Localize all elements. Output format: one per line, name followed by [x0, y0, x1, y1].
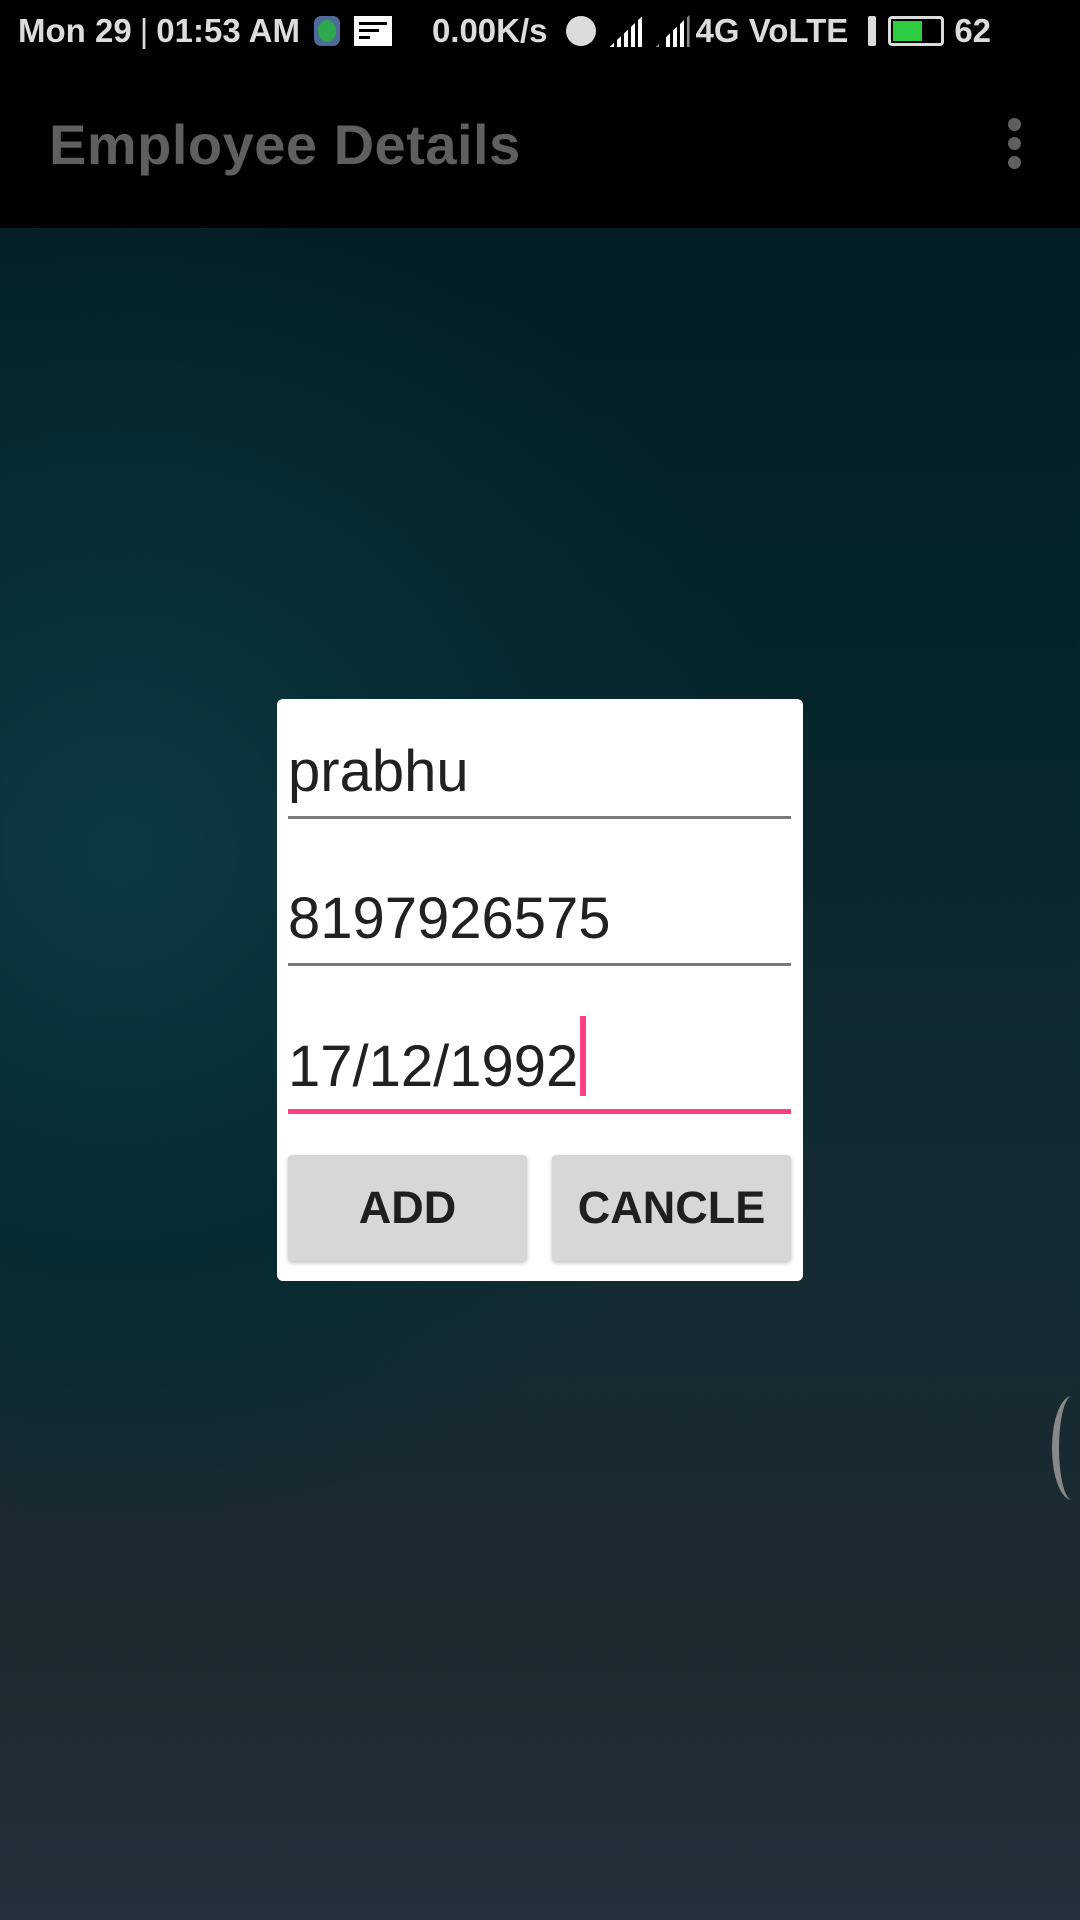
edge-swipe-handle[interactable]	[1052, 1396, 1080, 1500]
network-speed: 0.00K/s	[431, 12, 548, 49]
input-underline	[288, 816, 791, 819]
add-button[interactable]: ADD	[288, 1155, 527, 1261]
battery-percent: 62	[954, 12, 992, 49]
overflow-menu-icon[interactable]	[1000, 118, 1028, 174]
divider: |	[139, 12, 149, 49]
text-cursor	[580, 1016, 587, 1096]
network-type: 4G VoLTE	[695, 12, 849, 49]
alarm-icon	[565, 16, 596, 46]
status-time: 01:53 AM	[156, 12, 300, 49]
status-date: Mon 29	[18, 12, 132, 49]
notification-icon	[353, 16, 392, 46]
signal-icon	[655, 15, 690, 47]
phone-value: 8197926575	[288, 886, 611, 951]
input-underline	[288, 963, 791, 966]
usb-debug-icon	[313, 16, 340, 46]
page-title: Employee Details	[49, 113, 521, 176]
dob-input[interactable]: 17/12/1992	[288, 1004, 791, 1114]
battery-icon	[888, 16, 945, 46]
cancel-button[interactable]: CANCLE	[552, 1155, 791, 1261]
phone-input[interactable]: 8197926575	[288, 856, 791, 966]
dob-value: 17/12/1992	[288, 1034, 579, 1099]
add-employee-dialog: prabhu 8197926575 17/12/1992 ADD CANCLE	[277, 699, 803, 1281]
input-underline-focused	[288, 1109, 791, 1114]
status-bar: Mon 29 | 01:53 AM 0.00K/s 4G VoLTE 62	[0, 0, 1080, 62]
charging-icon	[868, 16, 877, 46]
name-value: prabhu	[288, 739, 469, 804]
name-input[interactable]: prabhu	[288, 709, 791, 819]
app-bar: Employee Details	[0, 62, 1080, 228]
signal-icon	[609, 15, 644, 47]
